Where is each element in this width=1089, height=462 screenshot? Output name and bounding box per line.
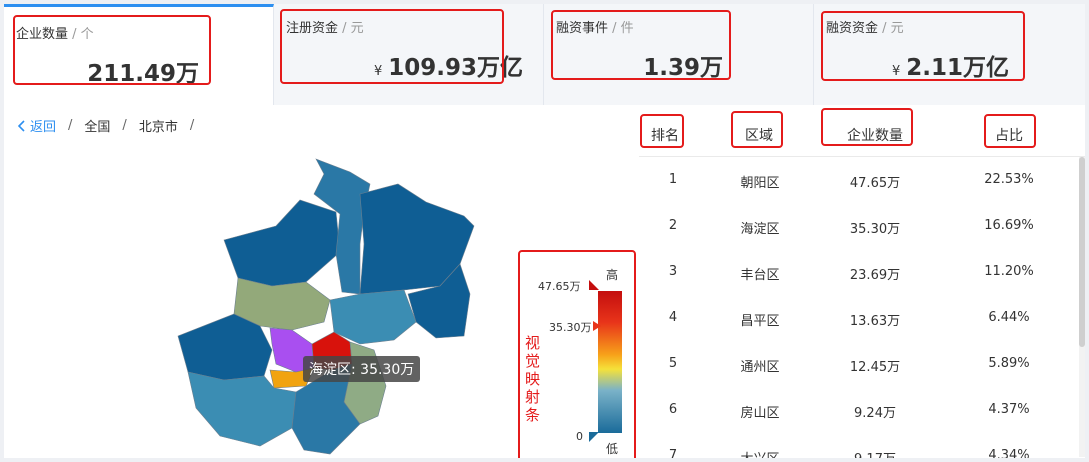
scrollbar-thumb[interactable]	[1079, 157, 1085, 347]
highlight-box	[13, 15, 211, 85]
count-cell: 47.65万	[849, 176, 901, 191]
ratio-cell: 4.34%	[988, 448, 1030, 458]
count-cell: 9.24万	[854, 406, 896, 421]
count-cell: 23.69万	[849, 268, 901, 283]
rank-cell: 7	[668, 448, 678, 458]
region-cell: 房山区	[740, 406, 780, 421]
table-row[interactable]: 1 朝阳区 47.65万 22.53%	[639, 157, 1079, 203]
highlight-box	[821, 108, 913, 146]
breadcrumb-separator: /	[189, 118, 195, 133]
visual-map-high-label: 高	[606, 268, 619, 282]
rank-cell: 5	[668, 356, 678, 371]
rank-cell: 2	[668, 218, 678, 233]
highlight-box	[984, 114, 1036, 148]
chevron-left-icon	[18, 119, 25, 132]
region-cell: 海淀区	[740, 222, 780, 237]
rank-cell: 3	[668, 264, 678, 279]
count-cell: 13.63万	[849, 314, 901, 329]
map-tooltip: 海淀区: 35.30万	[303, 356, 421, 382]
breadcrumb: 返回 / 全国 / 北京市 /	[18, 116, 198, 135]
map-region-shunyi[interactable]	[329, 289, 417, 345]
visual-map-max-handle-icon[interactable]	[589, 280, 599, 290]
highlight-box	[640, 114, 684, 148]
ratio-cell: 5.89%	[988, 356, 1030, 371]
ratio-cell: 22.53%	[984, 172, 1034, 187]
table-row[interactable]: 4 昌平区 13.63万 6.44%	[639, 295, 1079, 341]
region-cell: 丰台区	[740, 268, 780, 283]
table-scrollbar[interactable]	[1079, 157, 1085, 457]
back-link[interactable]: 返回	[18, 116, 56, 135]
region-cell: 大兴区	[734, 448, 786, 458]
rank-cell: 4	[668, 310, 678, 325]
beijing-choropleth-map[interactable]	[164, 154, 484, 458]
ratio-cell: 6.44%	[988, 310, 1030, 325]
table-row[interactable]: 6 房山区 9.24万 4.37%	[639, 387, 1079, 433]
table-row[interactable]: 5 通州区 12.45万 5.89%	[639, 341, 1079, 387]
ranking-table-body: 1 朝阳区 47.65万 22.53% 2 海淀区 35.30万 16.69% 3 丰台区 23.6…	[639, 157, 1079, 458]
count-cell: 35.30万	[849, 222, 901, 237]
visual-map-marker-label: 35.30万	[549, 321, 592, 334]
visual-map-marker-icon	[593, 321, 601, 331]
highlight-box	[551, 10, 731, 80]
breadcrumb-separator: /	[122, 118, 127, 133]
breadcrumb-separator: /	[68, 118, 73, 133]
highlight-box	[280, 9, 504, 84]
highlight-box	[731, 111, 783, 148]
count-cell: 9.17万	[835, 448, 915, 458]
ratio-cell: 16.69%	[984, 218, 1034, 233]
map-region-yanqing[interactable]	[223, 199, 341, 287]
visual-map-max-label: 47.65万	[538, 280, 581, 293]
highlight-box	[821, 11, 1025, 81]
region-cell: 昌平区	[740, 314, 780, 329]
region-cell: 朝阳区	[740, 176, 780, 191]
region-cell: 通州区	[740, 360, 780, 375]
visual-map-low-label: 低	[606, 442, 619, 456]
visual-map-min-handle-icon[interactable]	[589, 432, 599, 442]
back-label: 返回	[30, 120, 57, 135]
visual-map-title: 视觉映射条	[525, 334, 541, 424]
visual-map-gradient-bar[interactable]	[598, 291, 622, 433]
rank-cell: 1	[668, 172, 678, 187]
dashboard: 企业数量 / 个 211.49万 注册资金 / 元 ¥109.93万亿 融资事件…	[4, 4, 1085, 458]
breadcrumb-item-city[interactable]: 北京市	[139, 116, 178, 135]
visual-map-min-label: 0	[576, 430, 583, 443]
table-row[interactable]: 2 海淀区 35.30万 16.69%	[639, 203, 1079, 249]
rank-cell: 6	[668, 402, 678, 417]
count-cell: 12.45万	[849, 360, 901, 375]
breadcrumb-item-country[interactable]: 全国	[84, 116, 110, 135]
ratio-cell: 11.20%	[984, 264, 1034, 279]
ratio-cell: 4.37%	[988, 402, 1030, 417]
table-row[interactable]: 3 丰台区 23.69万 11.20%	[639, 249, 1079, 295]
table-row[interactable]: 7 大兴区 9.17万 4.34%	[639, 433, 1079, 458]
